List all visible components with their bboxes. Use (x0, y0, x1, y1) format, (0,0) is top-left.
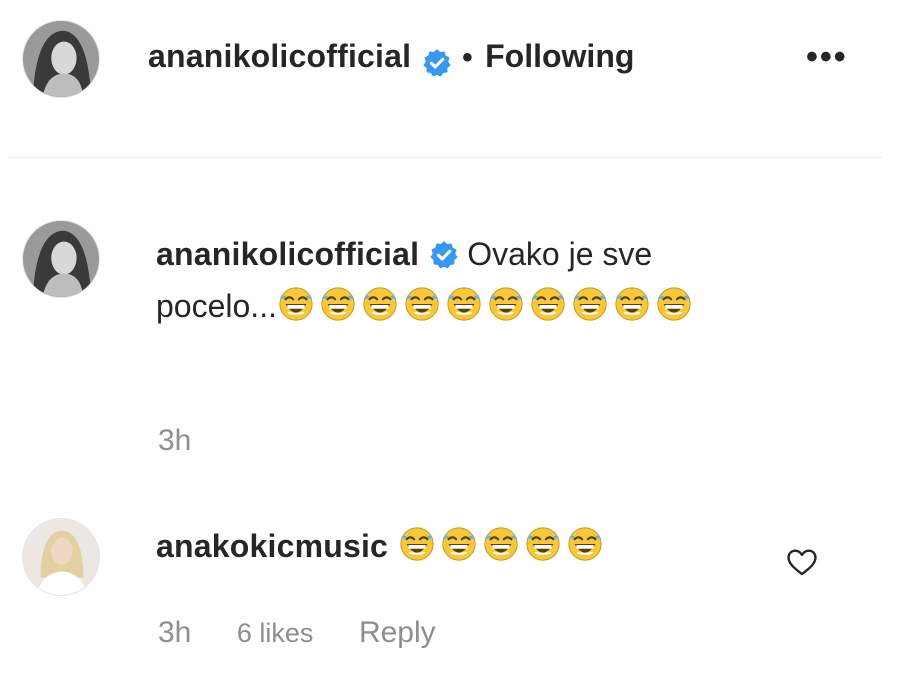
laughing-emoji-icon (615, 287, 649, 321)
laughing-emoji-icon (489, 287, 523, 321)
laughing-emoji-icon (279, 287, 313, 321)
verified-badge-icon (430, 240, 458, 269)
laughing-emoji-icon (447, 287, 481, 321)
comment: anakokicmusic (156, 520, 716, 572)
comment-meta: 3h 6 likes Reply (158, 616, 474, 650)
verified-badge-icon (423, 49, 451, 77)
separator-dot: • (462, 41, 473, 74)
laughing-emoji-icon (400, 527, 434, 561)
laughing-emoji-icon (568, 527, 602, 561)
reply-button[interactable]: Reply (359, 616, 436, 650)
commenter-avatar[interactable] (22, 518, 100, 596)
caption-text-line1: Ovako je sve (467, 236, 653, 272)
comment-emoji-row (398, 527, 608, 564)
commenter-username[interactable]: anakokicmusic (156, 528, 388, 564)
laughing-emoji-icon (321, 287, 355, 321)
caption-timestamp[interactable]: 3h (158, 424, 191, 458)
more-options-icon[interactable]: ••• (806, 38, 848, 77)
laughing-emoji-icon (484, 527, 518, 561)
caption-meta: 3h (158, 424, 229, 458)
avatar-image (23, 519, 99, 595)
post-author-avatar[interactable] (22, 20, 100, 98)
laughing-emoji-icon (405, 287, 439, 321)
laughing-emoji-icon (442, 527, 476, 561)
laughing-emoji-icon (531, 287, 565, 321)
caption-comment: ananikolicofficial Ovako je sve pocelo..… (156, 228, 796, 332)
laughing-emoji-icon (573, 287, 607, 321)
heart-icon[interactable] (785, 545, 819, 579)
comment-likes[interactable]: 6 likes (237, 618, 314, 649)
laughing-emoji-icon (526, 527, 560, 561)
caption-emoji-row (277, 287, 697, 324)
avatar-image (23, 21, 99, 97)
following-button[interactable]: Following (485, 38, 634, 74)
header-divider (8, 157, 882, 158)
comment-timestamp[interactable]: 3h (158, 616, 191, 650)
caption-username[interactable]: ananikolicofficial (156, 236, 419, 272)
post-header: ananikolicofficial • Following (148, 38, 634, 78)
laughing-emoji-icon (363, 287, 397, 321)
avatar-image (23, 221, 99, 297)
caption-author-avatar[interactable] (22, 220, 100, 298)
laughing-emoji-icon (657, 287, 691, 321)
post-author-username[interactable]: ananikolicofficial (148, 38, 411, 74)
caption-text-line2: pocelo... (156, 288, 277, 324)
